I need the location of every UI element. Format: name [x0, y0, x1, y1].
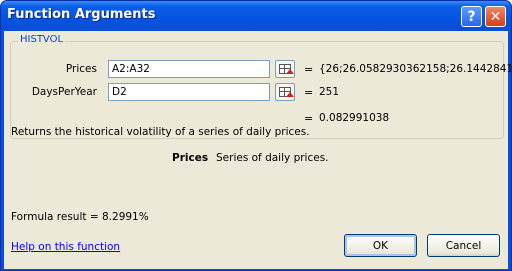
dialog-body: HISTVOL Prices A2:A32 = {26;26.058293036…: [4, 31, 511, 269]
argument-help-text: Series of daily prices.: [216, 152, 329, 164]
daysperyear-input[interactable]: D2: [108, 83, 270, 101]
ok-button[interactable]: OK: [344, 234, 417, 257]
equals-sign: =: [304, 112, 314, 125]
prices-result: {26;26.0582930362158;26.14428411: [319, 63, 511, 75]
arg-label-daysperyear: DaysPerYear: [31, 86, 97, 98]
close-icon[interactable]: ✕: [485, 6, 506, 27]
daysperyear-result: 251: [319, 86, 340, 98]
argument-help-name: Prices: [172, 152, 209, 164]
function-description: Returns the historical volatility of a s…: [11, 126, 310, 138]
help-icon[interactable]: ?: [461, 6, 482, 27]
dialog-title: Function Arguments: [7, 7, 156, 22]
overall-result: 0.082991038: [319, 112, 390, 124]
collapse-dialog-icon[interactable]: [275, 60, 295, 78]
collapse-dialog-icon[interactable]: [275, 83, 295, 101]
equals-sign: =: [304, 63, 314, 76]
arg-label-prices: Prices: [65, 63, 97, 75]
cancel-button[interactable]: Cancel: [427, 234, 500, 257]
function-arguments-dialog: Function Arguments ? ✕ HISTVOL Prices A2…: [0, 0, 512, 271]
title-bar[interactable]: Function Arguments ? ✕: [1, 1, 511, 31]
prices-input[interactable]: A2:A32: [108, 60, 270, 78]
formula-result-label: Formula result =: [11, 211, 99, 223]
equals-sign: =: [304, 86, 314, 99]
help-on-function-link[interactable]: Help on this function: [11, 241, 120, 253]
formula-result-value: 8.2991%: [102, 211, 149, 223]
function-group: HISTVOL Prices A2:A32 = {26;26.058293036…: [10, 34, 511, 139]
function-name: HISTVOL: [18, 34, 66, 45]
